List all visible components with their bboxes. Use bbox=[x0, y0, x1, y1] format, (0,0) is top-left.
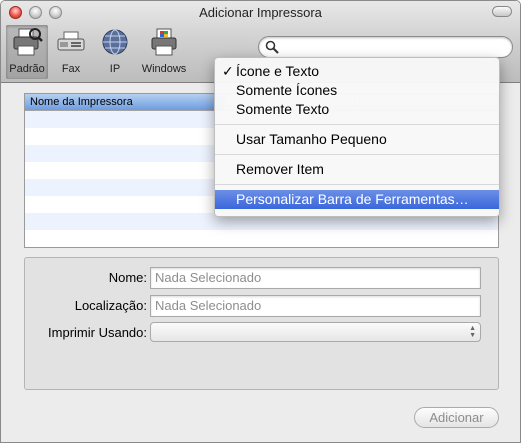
print-using-popup[interactable]: ▲ ▼ bbox=[150, 322, 481, 342]
toolbar-default-button[interactable]: Padrão bbox=[6, 25, 48, 79]
toolbar-windows-button[interactable]: Windows bbox=[137, 25, 191, 79]
toolbar-ip-label: IP bbox=[109, 63, 121, 75]
windows-printer-icon bbox=[147, 25, 181, 59]
add-printer-window: Adicionar Impressora Padrão Fax IP Windo… bbox=[0, 0, 521, 443]
menu-item-remove-item-label: Remover Item bbox=[236, 161, 324, 177]
menu-item-remove-item[interactable]: Remover Item bbox=[215, 160, 499, 179]
menu-item-small-size-label: Usar Tamanho Pequeno bbox=[236, 131, 387, 147]
print-using-label: Imprimir Usando: bbox=[48, 325, 147, 340]
window-title: Adicionar Impressora bbox=[199, 5, 322, 20]
printer-details-group: Nome: Nada Selecionado Localização: Nada… bbox=[24, 257, 499, 390]
toolbar-ip-button[interactable]: IP bbox=[97, 25, 133, 79]
toolbar-fax-button[interactable]: Fax bbox=[53, 25, 89, 79]
menu-item-customize-toolbar[interactable]: Personalizar Barra de Ferramentas… bbox=[215, 190, 499, 209]
menu-item-icon-only-label: Somente Ícones bbox=[236, 82, 338, 98]
menu-item-text-only-label: Somente Texto bbox=[236, 101, 330, 117]
menu-separator bbox=[215, 124, 499, 125]
name-label: Nome: bbox=[108, 270, 147, 285]
table-row bbox=[25, 230, 498, 247]
menu-separator bbox=[215, 184, 499, 185]
up-down-arrows-icon: ▲ ▼ bbox=[469, 325, 476, 339]
name-field[interactable]: Nada Selecionado bbox=[150, 267, 481, 289]
ip-globe-icon bbox=[98, 25, 132, 59]
toolbar-context-menu: ✓ Ícone e Texto Somente Ícones Somente T… bbox=[214, 57, 500, 217]
menu-item-icon-and-text[interactable]: ✓ Ícone e Texto bbox=[215, 62, 499, 81]
add-button[interactable]: Adicionar bbox=[414, 407, 499, 428]
toolbar-default-label: Padrão bbox=[9, 63, 45, 75]
search-icon bbox=[265, 40, 279, 57]
checkmark-icon: ✓ bbox=[222, 63, 234, 79]
menu-item-icon-only[interactable]: Somente Ícones bbox=[215, 81, 499, 100]
fax-icon bbox=[54, 25, 88, 59]
default-printer-icon bbox=[10, 25, 44, 59]
location-field[interactable]: Nada Selecionado bbox=[150, 295, 481, 317]
search-field[interactable] bbox=[258, 36, 513, 58]
toolbar-fax-label: Fax bbox=[61, 63, 81, 75]
column-header-printer-name[interactable]: Nome da Impressora bbox=[25, 94, 225, 110]
menu-separator bbox=[215, 154, 499, 155]
toolbar-toggle-button[interactable] bbox=[492, 6, 512, 17]
location-label: Localização: bbox=[74, 298, 147, 313]
menu-item-text-only[interactable]: Somente Texto bbox=[215, 100, 499, 119]
menu-item-customize-toolbar-label: Personalizar Barra de Ferramentas… bbox=[236, 191, 469, 207]
menu-item-small-size[interactable]: Usar Tamanho Pequeno bbox=[215, 130, 499, 149]
toolbar-windows-label: Windows bbox=[141, 63, 187, 75]
menu-item-icon-and-text-label: Ícone e Texto bbox=[236, 63, 320, 79]
